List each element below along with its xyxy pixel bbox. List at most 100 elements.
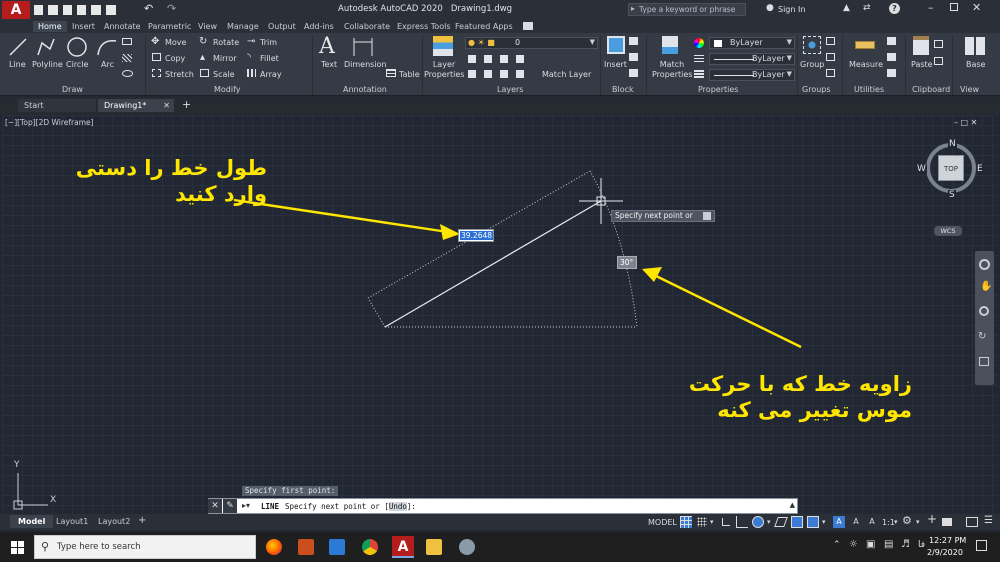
properties-group-label[interactable]: Properties [698,85,738,94]
tray-chevron-icon[interactable]: ⌃ [833,540,841,550]
draw-group-label[interactable]: Draw [62,85,83,94]
network-icon[interactable]: ▤ [884,539,893,550]
clock-time[interactable]: 12:27 PM [929,536,966,545]
windows-start-icon[interactable] [11,541,24,554]
tab-layout1[interactable]: Layout1 [52,515,92,528]
hatch-icon[interactable] [122,54,132,62]
tab-model[interactable]: Model [10,515,54,528]
object-snap-icon[interactable] [807,516,819,528]
quick-access-toolbar[interactable]: ↶ ↷ [34,2,194,15]
minimize-icon[interactable]: – [928,1,934,14]
infer-constraints-icon[interactable] [722,518,730,526]
group-select-icon[interactable] [826,69,835,77]
open-icon[interactable] [48,5,58,15]
auto-scale-icon[interactable]: A [850,516,862,528]
text-button[interactable]: Text [321,60,337,69]
table-button[interactable]: Table [399,70,420,79]
grid-icon[interactable] [680,516,692,528]
compass-n-label[interactable]: N [948,139,957,149]
layers-group-label[interactable]: Layers [497,85,523,94]
tab-featured-apps[interactable]: Featured Apps [450,21,518,32]
utility-tool-icon[interactable] [887,53,896,61]
match-layer-button[interactable]: Match Layer [542,70,591,79]
clock-date[interactable]: 2/9/2020 [927,548,963,557]
taskbar-search-box[interactable]: ⚲ Type here to search [34,535,256,559]
language-indicator[interactable]: فا [918,540,925,550]
tab-drawing1[interactable]: Drawing1* ✕ [98,99,174,112]
line-icon[interactable] [8,37,28,57]
sign-in-link[interactable]: Sign In [778,5,805,14]
tab-home[interactable]: Home [33,21,67,32]
insert-button[interactable]: Insert [604,60,627,69]
add-layout-button[interactable]: + [138,515,146,526]
view-group-label[interactable]: View [960,85,979,94]
clipboard-group-label[interactable]: Clipboard [912,85,950,94]
tab-layout2[interactable]: Layout2 [94,515,134,528]
compass-w-label[interactable]: W [916,164,927,174]
edit-block-icon[interactable] [629,53,638,61]
snap-icon[interactable] [697,517,707,527]
app-menu-button[interactable]: A [2,1,30,19]
tab-parametric[interactable]: Parametric [143,21,196,32]
compass-s-label[interactable]: S [948,190,956,200]
group-edit-icon[interactable] [826,53,835,61]
layer-tools-icon[interactable] [468,55,526,63]
tab-manage[interactable]: Manage [222,21,264,32]
polyline-label[interactable]: Polyline [32,60,63,69]
chrome-icon[interactable] [362,539,378,555]
chevron-down-icon[interactable]: ▾ [822,517,826,528]
redo-icon[interactable]: ↷ [167,2,176,15]
linetype-dropdown[interactable]: ByLayer ▼ [709,53,795,65]
polyline-icon[interactable] [36,37,56,57]
length-input[interactable]: 39.2648 [458,229,494,242]
array-button[interactable]: Array [260,70,282,79]
match-properties-button[interactable]: Match Properties [652,60,692,80]
steering-wheel-icon[interactable] [979,259,990,270]
modify-group-label[interactable]: Modify [214,85,241,94]
notification-icon[interactable] [976,540,987,551]
media-player-icon[interactable] [329,539,345,555]
zoom-icon[interactable] [979,306,989,316]
app-icon[interactable] [459,539,475,555]
plot-icon[interactable] [106,5,116,15]
circle-label[interactable]: Circle [66,60,88,69]
create-block-icon[interactable] [629,37,638,45]
new-icon[interactable] [34,5,43,15]
tab-addins[interactable]: Add-ins [299,21,339,32]
dimension-button[interactable]: Dimension [344,60,387,69]
plus-icon[interactable]: + [927,513,937,525]
scale-button[interactable]: Scale [213,70,235,79]
attribute-icon[interactable] [629,69,638,77]
search-box[interactable]: ▸ Type a keyword or phrase [628,3,746,16]
save-icon[interactable] [63,5,72,15]
showmotion-icon[interactable] [979,357,989,366]
restore-icon[interactable] [950,3,958,11]
isodraft-icon[interactable] [774,517,788,527]
layer-properties-button[interactable]: Layer Properties [424,60,464,80]
base-button[interactable]: Base [966,60,985,69]
copy-button[interactable]: Copy [165,54,185,63]
compass-e-label[interactable]: E [976,164,984,174]
clean-screen-icon[interactable] [966,517,978,527]
drawing-canvas[interactable]: [−][Top][2D Wireframe] – □ ✕ Y X Specify… [2,115,998,514]
wcs-menu[interactable]: WCS [934,226,962,236]
tab-collaborate[interactable]: Collaborate [339,21,395,32]
cart-icon[interactable]: ▲ [843,3,850,13]
calculator-icon[interactable] [887,69,896,77]
object-snap-tracking-icon[interactable] [791,516,803,528]
print-icon[interactable] [91,5,101,15]
polar-tracking-icon[interactable] [752,516,764,528]
mirror-button[interactable]: Mirror [213,54,237,63]
chevron-down-icon[interactable]: ▾ [767,517,771,528]
navigation-bar[interactable]: ✋ ↻ [975,251,994,385]
tab-start[interactable]: Start [18,99,96,112]
annotation-group-label[interactable]: Annotation [343,85,387,94]
command-option-undo[interactable]: Undo [388,502,407,511]
close-tab-icon[interactable]: ✕ [163,99,170,112]
layer-dropdown[interactable]: ● ☀ ■ 0 ▼ [465,37,598,49]
circle-icon[interactable] [66,36,88,58]
copy-clip-icon[interactable] [934,40,943,48]
move-button[interactable]: Move [165,38,186,47]
new-tab-button[interactable]: + [182,98,191,111]
orbit-icon[interactable]: ↻ [978,331,986,342]
